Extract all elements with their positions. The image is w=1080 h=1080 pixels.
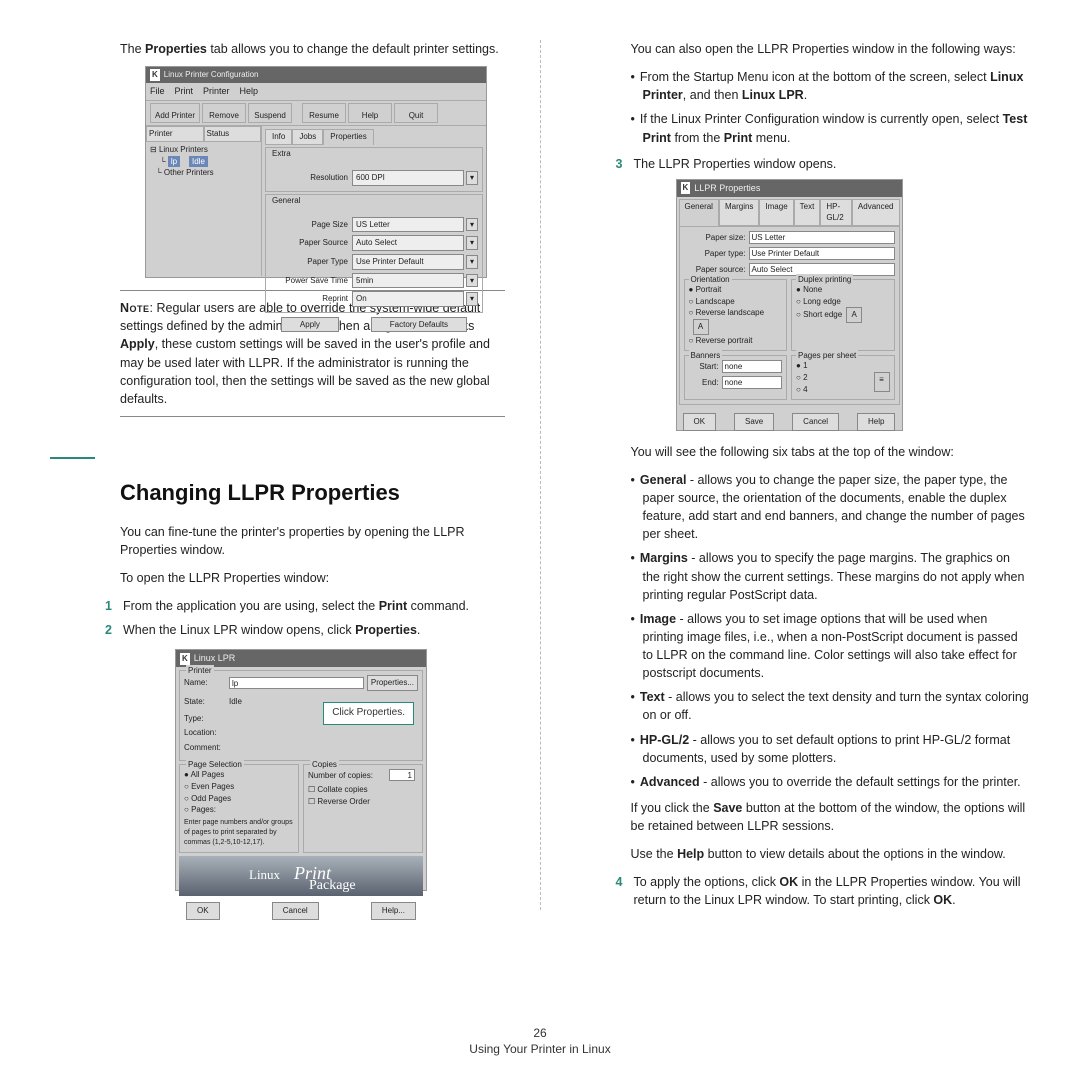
column-divider xyxy=(540,40,541,910)
fig-linux-printer-config: Linux Printer Configuration FilePrintPri… xyxy=(145,66,487,278)
fig2-callout: Click Properties. xyxy=(323,702,414,725)
section-heading: Changing LLPR Properties xyxy=(120,477,505,509)
alt-bullet-1: From the Startup Menu icon at the bottom… xyxy=(631,68,1031,104)
page-footer: 26 Using Your Printer in Linux xyxy=(0,1026,1080,1056)
tab-desc-text: Text - allows you to select the text den… xyxy=(631,688,1031,724)
note-label: Note xyxy=(120,301,150,315)
step-1: From the application you are using, sele… xyxy=(123,597,505,615)
tab-desc-general: General - allows you to change the paper… xyxy=(631,471,1031,544)
right-intro: You can also open the LLPR Properties wi… xyxy=(631,40,1031,58)
body-p2: To open the LLPR Properties window: xyxy=(120,569,505,587)
tab-desc-hpgl: HP-GL/2 - allows you to set default opti… xyxy=(631,731,1031,767)
save-note: If you click the Save button at the bott… xyxy=(631,799,1031,835)
tab-desc-image: Image - allows you to set image options … xyxy=(631,610,1031,683)
fig1-menubar: FilePrintPrinterHelp xyxy=(146,83,486,101)
tabs-intro: You will see the following six tabs at t… xyxy=(631,443,1031,461)
section-rule xyxy=(50,457,95,463)
help-note: Use the Help button to view details abou… xyxy=(631,845,1031,863)
fig-linux-lpr: Linux LPR Printer Name:lpProperties... S… xyxy=(175,649,427,891)
fig1-title: Linux Printer Configuration xyxy=(164,69,259,81)
tab-desc-advanced: Advanced - allows you to override the de… xyxy=(631,773,1031,791)
alt-bullet-2: If the Linux Printer Configuration windo… xyxy=(631,110,1031,146)
step-2: When the Linux LPR window opens, click P… xyxy=(123,621,505,639)
left-intro: The Properties tab allows you to change … xyxy=(120,40,505,58)
fig1-toolbar: Add PrinterRemoveSuspend ResumeHelpQuit xyxy=(146,101,486,127)
tab-desc-margins: Margins - allows you to specify the page… xyxy=(631,549,1031,603)
body-p1: You can fine-tune the printer's properti… xyxy=(120,523,505,559)
step-4: To apply the options, click OK in the LL… xyxy=(634,873,1031,909)
fig-llpr-properties: LLPR Properties GeneralMarginsImageTextH… xyxy=(676,179,903,431)
step-3: The LLPR Properties window opens. xyxy=(634,155,837,173)
